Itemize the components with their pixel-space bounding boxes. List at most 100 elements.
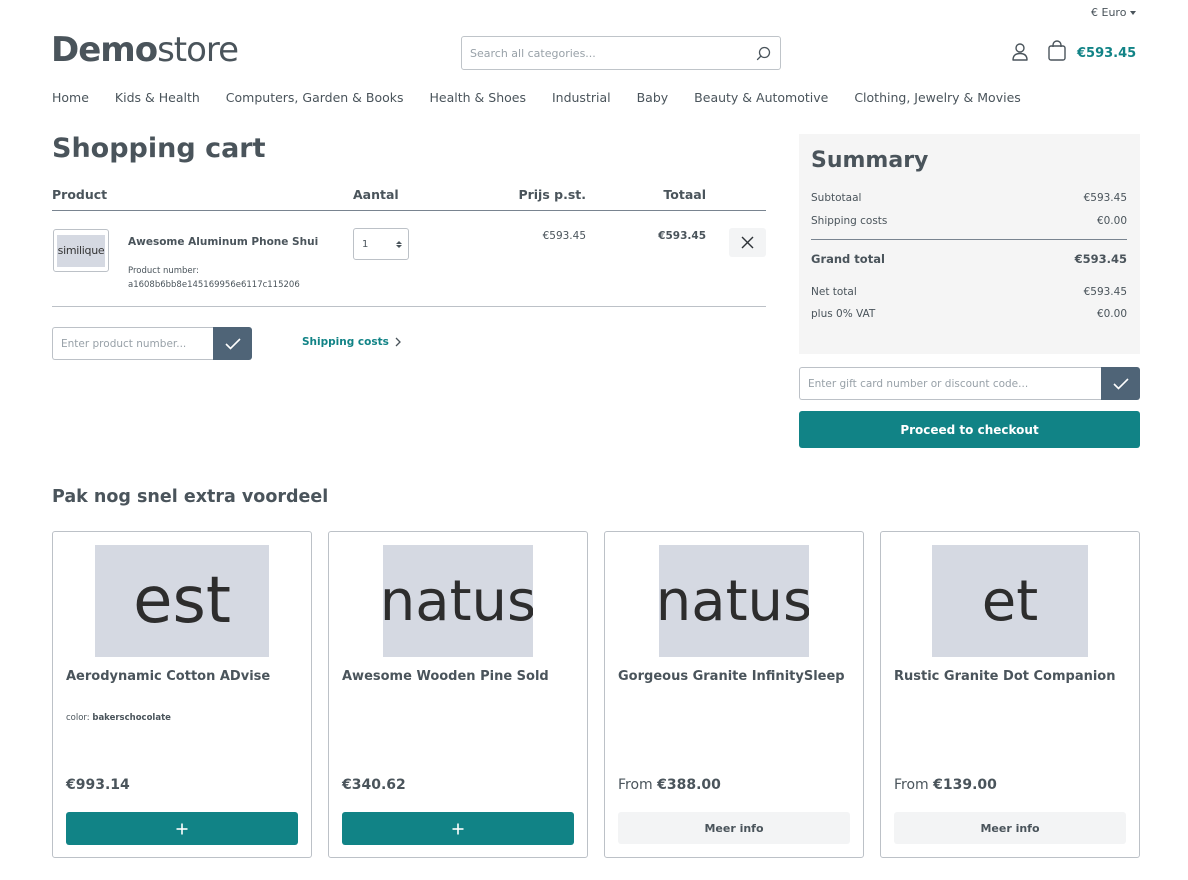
product-number-label: Product number: bbox=[128, 266, 199, 276]
nav-item-health-shoes[interactable]: Health & Shoes bbox=[430, 90, 526, 105]
cart-item-name[interactable]: Awesome Aluminum Phone Shui bbox=[128, 236, 318, 248]
product-image[interactable]: et bbox=[932, 545, 1088, 657]
account-icon[interactable] bbox=[1009, 41, 1031, 63]
summary-subtotal-row: Subtotaal €593.45 bbox=[811, 192, 1127, 204]
product-name[interactable]: Rustic Granite Dot Companion bbox=[894, 669, 1115, 684]
add-to-cart-button[interactable] bbox=[66, 812, 298, 845]
cart-item-thumbnail[interactable]: similique bbox=[53, 229, 109, 272]
add-product-submit-button[interactable] bbox=[213, 327, 252, 360]
product-card: natus Awesome Wooden Pine Sold €340.62 bbox=[328, 531, 588, 858]
subtotal-label: Subtotaal bbox=[811, 192, 862, 204]
remove-item-button[interactable] bbox=[729, 228, 766, 257]
column-header-unit-price: Prijs p.st. bbox=[518, 187, 586, 202]
plus-icon bbox=[452, 823, 464, 834]
nav-item-clothing-jewelry-movies[interactable]: Clothing, Jewelry & Movies bbox=[854, 90, 1020, 105]
chevron-right-icon bbox=[395, 337, 401, 347]
logo-light-text: store bbox=[157, 30, 239, 70]
price-prefix: From bbox=[618, 777, 653, 793]
product-name[interactable]: Awesome Wooden Pine Sold bbox=[342, 669, 549, 684]
product-price: From €139.00 bbox=[894, 777, 997, 793]
cart-item-meta: Product number: a1608b6bb8e145169956e611… bbox=[128, 264, 300, 292]
summary-net-total-row: Net total €593.45 bbox=[811, 286, 1127, 298]
summary-grand-total-row: Grand total €593.45 bbox=[811, 252, 1127, 266]
summary-title: Summary bbox=[811, 148, 929, 173]
product-number-input[interactable] bbox=[52, 327, 213, 360]
product-number-value: a1608b6bb8e145169956e6117c115206 bbox=[128, 280, 300, 290]
table-header-divider bbox=[52, 210, 766, 211]
nav-item-home[interactable]: Home bbox=[52, 90, 89, 105]
select-arrows-icon bbox=[396, 240, 402, 248]
search-input[interactable] bbox=[470, 46, 746, 60]
product-name[interactable]: Aerodynamic Cotton ADvise bbox=[66, 669, 270, 684]
grand-total-label: Grand total bbox=[811, 252, 885, 266]
nav-item-beauty-automotive[interactable]: Beauty & Automotive bbox=[694, 90, 828, 105]
summary-shipping-row: Shipping costs €0.00 bbox=[811, 215, 1127, 227]
store-logo[interactable]: Demostore bbox=[51, 30, 239, 70]
shipping-costs-link[interactable]: Shipping costs bbox=[302, 336, 401, 348]
option-value: bakerschocolate bbox=[92, 713, 171, 723]
subtotal-value: €593.45 bbox=[1083, 192, 1127, 204]
cart-item-divider bbox=[52, 306, 766, 307]
add-product-form bbox=[52, 327, 252, 360]
price-prefix: From bbox=[894, 777, 929, 793]
proceed-to-checkout-button[interactable]: Proceed to checkout bbox=[799, 411, 1140, 448]
nav-item-industrial[interactable]: Industrial bbox=[552, 90, 611, 105]
cross-sell-title: Pak nog snel extra voordeel bbox=[52, 487, 329, 507]
price-value: €993.14 bbox=[66, 777, 130, 793]
search-icon[interactable] bbox=[746, 36, 780, 70]
plus-icon bbox=[176, 823, 188, 834]
option-label: color: bbox=[66, 713, 90, 723]
nav-item-computers-garden-books[interactable]: Computers, Garden & Books bbox=[226, 90, 404, 105]
column-header-quantity: Aantal bbox=[353, 187, 399, 202]
column-header-product: Product bbox=[52, 187, 108, 202]
close-icon bbox=[741, 236, 754, 249]
product-price: €340.62 bbox=[342, 777, 406, 793]
more-info-button[interactable]: Meer info bbox=[618, 812, 850, 844]
voucher-input[interactable] bbox=[799, 367, 1101, 400]
bag-icon bbox=[1047, 40, 1067, 66]
voucher-form bbox=[799, 367, 1140, 400]
price-value: €388.00 bbox=[657, 777, 721, 793]
product-image-placeholder: similique bbox=[57, 234, 105, 267]
price-value: €139.00 bbox=[933, 777, 997, 793]
net-total-value: €593.45 bbox=[1083, 286, 1127, 298]
currency-label: € Euro bbox=[1091, 6, 1127, 19]
shipping-costs-link-label: Shipping costs bbox=[302, 336, 389, 348]
currency-selector[interactable]: € Euro bbox=[1091, 6, 1137, 19]
voucher-submit-button[interactable] bbox=[1101, 367, 1140, 400]
cart-button[interactable]: €593.45 bbox=[1047, 40, 1136, 66]
product-card: est Aerodynamic Cotton ADvise color: bak… bbox=[52, 531, 312, 858]
checkmark-icon bbox=[224, 337, 241, 350]
more-info-button[interactable]: Meer info bbox=[894, 812, 1126, 844]
product-image[interactable]: natus bbox=[383, 545, 533, 657]
product-image[interactable]: natus bbox=[659, 545, 809, 657]
cart-total: €593.45 bbox=[1077, 45, 1137, 61]
order-summary: Summary Subtotaal €593.45 Shipping costs… bbox=[799, 134, 1140, 354]
quantity-value: 1 bbox=[362, 238, 369, 250]
add-to-cart-button[interactable] bbox=[342, 812, 574, 845]
nav-item-baby[interactable]: Baby bbox=[637, 90, 669, 105]
grand-total-value: €593.45 bbox=[1074, 252, 1127, 266]
product-card: et Rustic Granite Dot Companion From €13… bbox=[880, 531, 1140, 858]
product-price: €993.14 bbox=[66, 777, 130, 793]
summary-vat-row: plus 0% VAT €0.00 bbox=[811, 308, 1127, 320]
product-card: natus Gorgeous Granite InfinitySleep Fro… bbox=[604, 531, 864, 858]
shipping-value: €0.00 bbox=[1096, 215, 1127, 227]
product-name[interactable]: Gorgeous Granite InfinitySleep bbox=[618, 669, 845, 684]
product-price: From €388.00 bbox=[618, 777, 721, 793]
quantity-select[interactable]: 1 bbox=[353, 228, 409, 260]
caret-down-icon bbox=[1130, 10, 1137, 15]
logo-bold-text: Demo bbox=[51, 30, 158, 70]
nav-item-kids-health[interactable]: Kids & Health bbox=[115, 90, 200, 105]
product-option: color: bakerschocolate bbox=[66, 713, 171, 723]
cart-item-unit-price: €593.45 bbox=[542, 230, 586, 242]
net-total-label: Net total bbox=[811, 286, 857, 298]
main-navigation: Home Kids & Health Computers, Garden & B… bbox=[52, 90, 1047, 105]
vat-value: €0.00 bbox=[1096, 308, 1127, 320]
product-image[interactable]: est bbox=[95, 545, 269, 657]
summary-divider bbox=[811, 239, 1127, 240]
cart-item-total: €593.45 bbox=[658, 230, 706, 242]
vat-label: plus 0% VAT bbox=[811, 308, 876, 320]
price-value: €340.62 bbox=[342, 777, 406, 793]
shipping-label: Shipping costs bbox=[811, 215, 888, 227]
